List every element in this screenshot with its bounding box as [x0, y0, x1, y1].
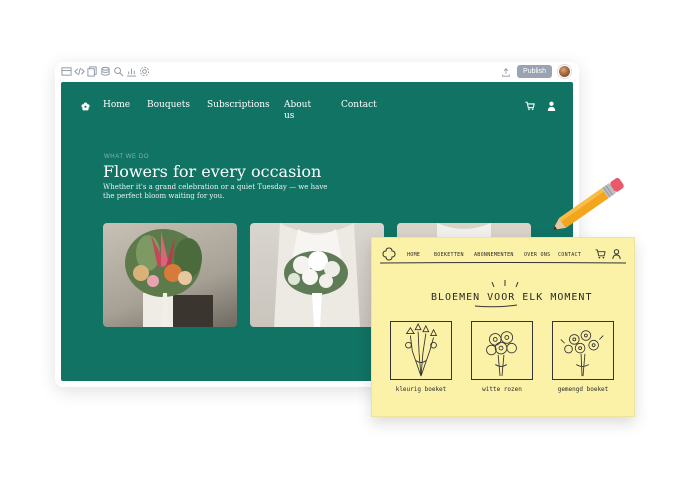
hero-subtitle: Whether it's a grand celebration or a qu…	[103, 183, 328, 200]
sketch-caption-1: kleurig boeket	[395, 386, 447, 393]
settings-icon[interactable]	[139, 66, 150, 77]
sketch-caption-2: witte rozen	[482, 386, 522, 393]
bouquet-card-white-roses[interactable]	[250, 223, 384, 327]
hero-title: Flowers for every occasion	[103, 162, 322, 181]
layout-icon[interactable]	[61, 66, 72, 77]
publish-button[interactable]: Publish	[517, 65, 552, 78]
bouquet-sketch-icon	[405, 322, 438, 377]
nav-home[interactable]: Home	[103, 100, 130, 111]
chart-icon[interactable]	[126, 66, 137, 77]
nav-bouquets[interactable]: Bouquets	[147, 100, 190, 111]
sketch-nav-contact: CONTACT	[558, 252, 582, 258]
editor-toolbar: Publish	[55, 62, 579, 82]
code-icon[interactable]	[74, 66, 85, 77]
bouquet-photo	[274, 223, 360, 327]
avatar[interactable]	[558, 65, 571, 78]
search-icon[interactable]	[113, 66, 124, 77]
sketch-nav-abonnementen: ABONNEMENTEN	[474, 252, 514, 258]
sketch-caption-3: gemengd boeket	[557, 386, 609, 393]
sketch-card-3	[552, 321, 614, 380]
nav-about-us[interactable]: About us	[284, 100, 318, 122]
bouquet-sketch-icon	[560, 330, 604, 377]
cart-icon[interactable]	[525, 101, 535, 111]
sketch-card-1	[390, 321, 452, 380]
site-nav: Home Bouquets Subscriptions About us Con…	[61, 82, 573, 132]
sketch-divider	[380, 262, 626, 264]
user-icon[interactable]	[547, 101, 556, 111]
sketch-nav-boeketten: BOEKETTEN	[434, 252, 464, 258]
copy-icon[interactable]	[87, 66, 98, 77]
bouquet-sketch-icon	[486, 331, 517, 377]
upload-icon[interactable]	[501, 67, 511, 77]
sketch-card-2	[471, 321, 533, 380]
pencil-icon	[552, 177, 624, 230]
bouquet-card-colorful[interactable]	[103, 223, 237, 327]
sketch-sticky-note: HOME BOEKETTEN ABONNEMENTEN OVER ONS CON…	[371, 237, 635, 417]
sketch-title: BLOEMEN VOOR ELK MOMENT	[431, 292, 593, 303]
sketch-nav-home: HOME	[407, 252, 421, 258]
sketch-underline	[474, 304, 518, 308]
sketch-emphasis-marks	[491, 280, 519, 288]
flower-logo-icon[interactable]	[81, 102, 90, 111]
database-icon[interactable]	[100, 66, 111, 77]
flower-logo-icon	[382, 247, 396, 261]
hero-eyebrow: WHAT WE DO	[104, 154, 150, 160]
sketch-nav-over-ons: OVER ONS	[524, 252, 551, 258]
nav-contact[interactable]: Contact	[341, 100, 377, 111]
bouquet-photo	[125, 229, 213, 327]
nav-subscriptions[interactable]: Subscriptions	[207, 100, 270, 111]
